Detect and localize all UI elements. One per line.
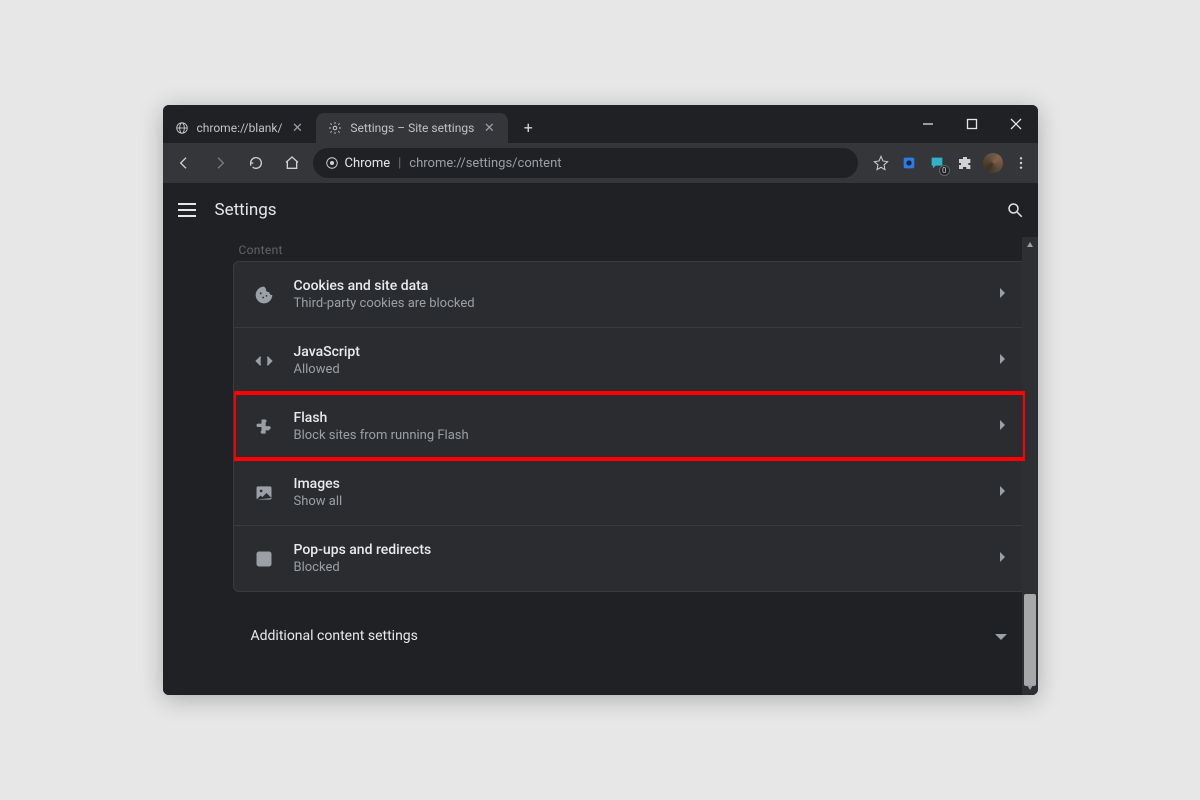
search-icon[interactable] [1004,199,1026,221]
scrollbar[interactable] [1022,237,1038,695]
row-sub: Show all [294,494,981,509]
new-tab-button[interactable]: + [514,113,542,141]
toolbar: Chrome | chrome://settings/content 0 [163,143,1038,183]
close-icon[interactable]: ✕ [482,121,496,135]
page-title: Settings [215,200,277,220]
row-sub: Allowed [294,362,981,377]
row-images[interactable]: Images Show all [234,459,1025,525]
additional-content-settings[interactable]: Additional content settings [233,610,1026,661]
extensions-icon[interactable] [954,152,976,174]
cookie-icon [252,283,276,307]
ext-square-icon[interactable] [898,152,920,174]
row-title: Images [294,476,981,492]
home-button[interactable] [277,148,307,178]
avatar[interactable] [982,152,1004,174]
row-flash[interactable]: Flash Block sites from running Flash [234,393,1025,459]
tab-label: Settings – Site settings [350,121,474,135]
expander-label: Additional content settings [251,628,976,644]
image-icon [252,481,276,505]
chrome-chip: Chrome [325,156,391,171]
scroll-thumb[interactable] [1024,594,1036,686]
row-sub: Third-party cookies are blocked [294,296,981,311]
toolbar-right: 0 [864,152,1032,174]
hamburger-icon[interactable] [175,198,199,222]
chevron-down-icon [994,626,1008,645]
settings-appbar: Settings [163,183,1038,237]
chevron-right-icon [999,551,1007,566]
globe-icon [175,121,189,135]
content-card: Cookies and site data Third-party cookie… [233,261,1026,592]
row-title: Cookies and site data [294,278,981,294]
bookmark-icon[interactable] [870,152,892,174]
tabstrip: chrome://blank/ ✕ Settings – Site settin… [163,105,906,143]
url-text: chrome://settings/content [409,156,561,171]
section-label: Content [233,237,1026,261]
separator: | [398,156,401,171]
row-sub: Blocked [294,560,981,575]
tab-label: chrome://blank/ [197,121,283,135]
address-bar[interactable]: Chrome | chrome://settings/content [313,148,858,178]
scroll-down-icon[interactable] [1022,679,1038,695]
chevron-right-icon [999,353,1007,368]
row-javascript[interactable]: JavaScript Allowed [234,327,1025,393]
row-title: Flash [294,410,981,426]
close-button[interactable] [994,105,1038,143]
back-button[interactable] [169,148,199,178]
chevron-right-icon [999,419,1007,434]
menu-icon[interactable] [1010,152,1032,174]
row-popups[interactable]: Pop-ups and redirects Blocked [234,525,1025,591]
settings-content[interactable]: Content Cookies and site data Third-part… [163,237,1038,695]
code-icon [252,349,276,373]
chevron-right-icon [999,287,1007,302]
titlebar: chrome://blank/ ✕ Settings – Site settin… [163,105,1038,143]
maximize-button[interactable] [950,105,994,143]
scroll-up-icon[interactable] [1022,237,1038,253]
ext-bubble-icon[interactable]: 0 [926,152,948,174]
minimize-button[interactable] [906,105,950,143]
chrome-window: chrome://blank/ ✕ Settings – Site settin… [163,105,1038,695]
ext-badge: 0 [939,165,950,176]
reload-button[interactable] [241,148,271,178]
chevron-right-icon [999,485,1007,500]
row-sub: Block sites from running Flash [294,428,981,443]
popup-icon [252,547,276,571]
row-title: JavaScript [294,344,981,360]
chip-label: Chrome [345,156,391,171]
row-cookies[interactable]: Cookies and site data Third-party cookie… [234,262,1025,327]
row-title: Pop-ups and redirects [294,542,981,558]
tab-settings[interactable]: Settings – Site settings ✕ [316,113,508,143]
gear-icon [328,121,342,135]
forward-button[interactable] [205,148,235,178]
tab-blank[interactable]: chrome://blank/ ✕ [163,113,317,143]
window-controls [906,105,1038,143]
puzzle-icon [252,415,276,439]
close-icon[interactable]: ✕ [290,121,304,135]
content-wrap: Content Cookies and site data Third-part… [163,237,1038,695]
